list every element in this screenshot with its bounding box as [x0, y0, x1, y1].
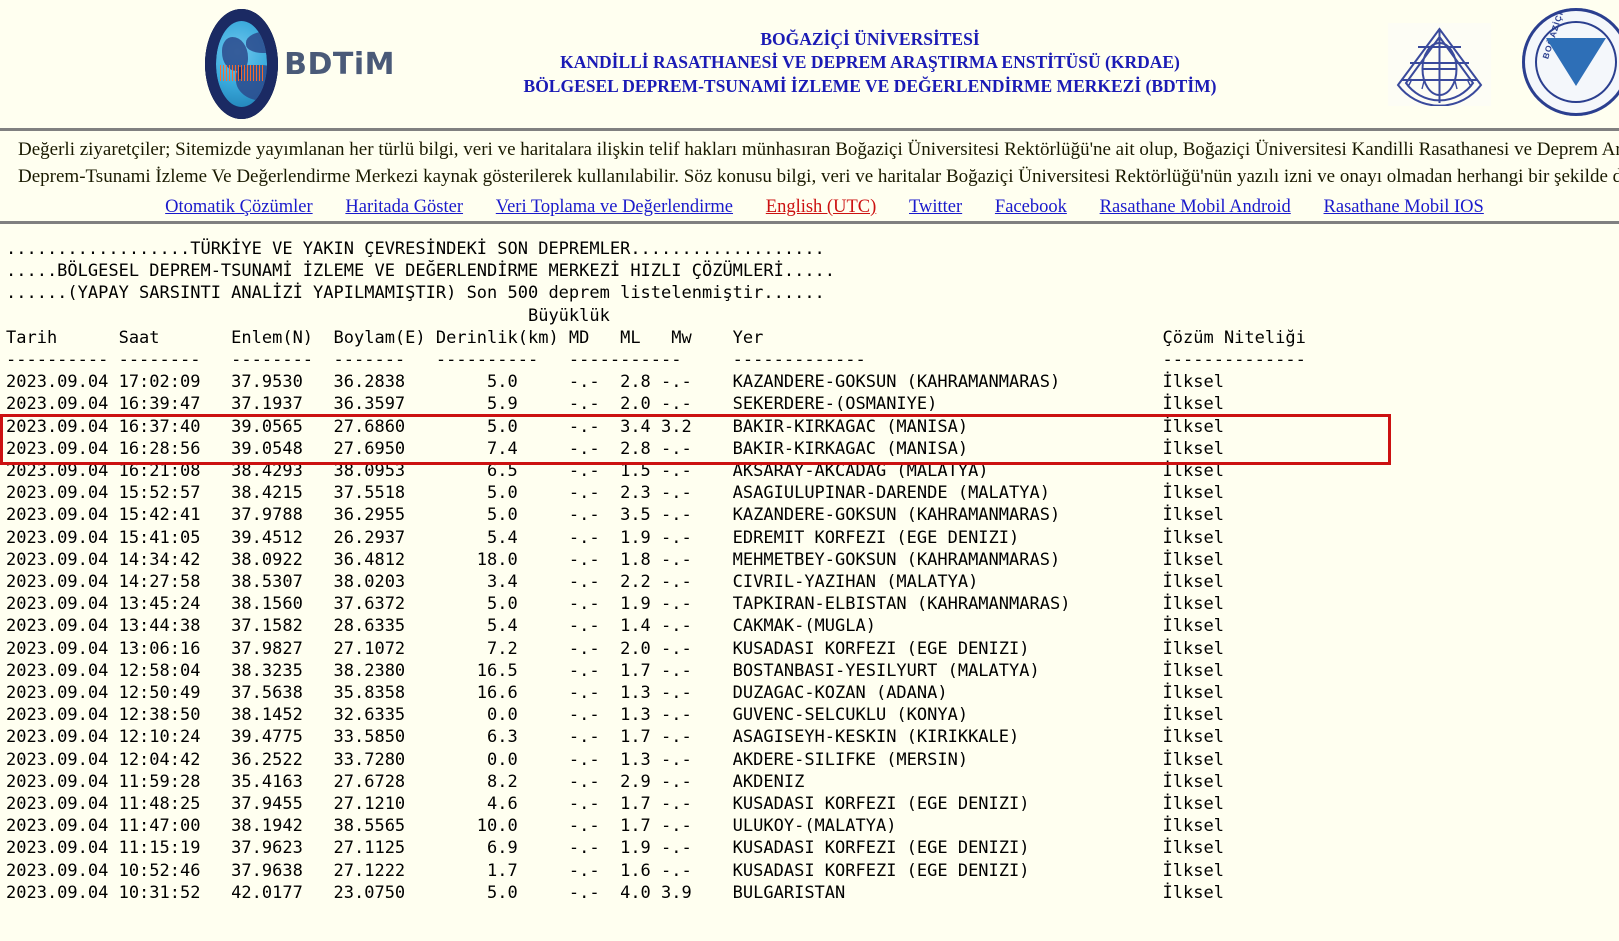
title-line-center: BÖLGESEL DEPREM-TSUNAMİ İZLEME VE DEĞERL…	[523, 75, 1217, 96]
nav-link-haritada-goster[interactable]: Haritada Göster	[345, 197, 463, 217]
earthquake-listing-panel: ..................TÜRKİYE VE YAKIN ÇEVRE…	[0, 224, 1619, 904]
nav-link-otomatik-cozumler[interactable]: Otomatik Çözümler	[165, 197, 312, 217]
nav-link-mobil-android[interactable]: Rasathane Mobil Android	[1100, 197, 1291, 217]
globe-seal-icon	[205, 9, 279, 119]
bogazici-university-logo: BOĞAZİÇİ	[1522, 8, 1619, 116]
copyright-notice: Değerli ziyaretçiler; Sitemizde yayımlan…	[0, 131, 1619, 221]
page-title: BOĞAZİÇİ ÜNİVERSİTESİ KANDİLLİ RASATHANE…	[440, 28, 1300, 98]
nav-link-mobil-ios[interactable]: Rasathane Mobil IOS	[1324, 197, 1484, 217]
title-line-university: BOĞAZİÇİ ÜNİVERSİTESİ	[760, 29, 980, 49]
nav-link-facebook[interactable]: Facebook	[995, 197, 1067, 217]
krdae-seal-logo	[1388, 23, 1491, 107]
notice-line-2: Deprem-Tsunami İzleme Ve Değerlendirme M…	[18, 165, 1619, 187]
nav-link-twitter[interactable]: Twitter	[909, 197, 962, 217]
nav-links[interactable]: Otomatik Çözümler Haritada Göster Veri T…	[0, 194, 1619, 221]
nav-link-english-utc[interactable]: English (UTC)	[766, 197, 876, 217]
nav-link-veri-toplama[interactable]: Veri Toplama ve Değerlendirme	[496, 197, 733, 217]
bdtim-logo-text: BDTiM	[284, 46, 395, 82]
title-line-institute: KANDİLLİ RASATHANESİ VE DEPREM ARAŞTIRMA…	[560, 52, 1180, 73]
site-header: BDTiM BOĞAZİÇİ ÜNİVERSİTESİ KANDİLLİ RAS…	[0, 0, 1619, 128]
earthquake-listing-text: ..................TÜRKİYE VE YAKIN ÇEVRE…	[6, 238, 1306, 903]
notice-line-1: Değerli ziyaretçiler; Sitemizde yayımlan…	[18, 139, 1619, 160]
bdtim-logo: BDTiM	[205, 9, 395, 119]
